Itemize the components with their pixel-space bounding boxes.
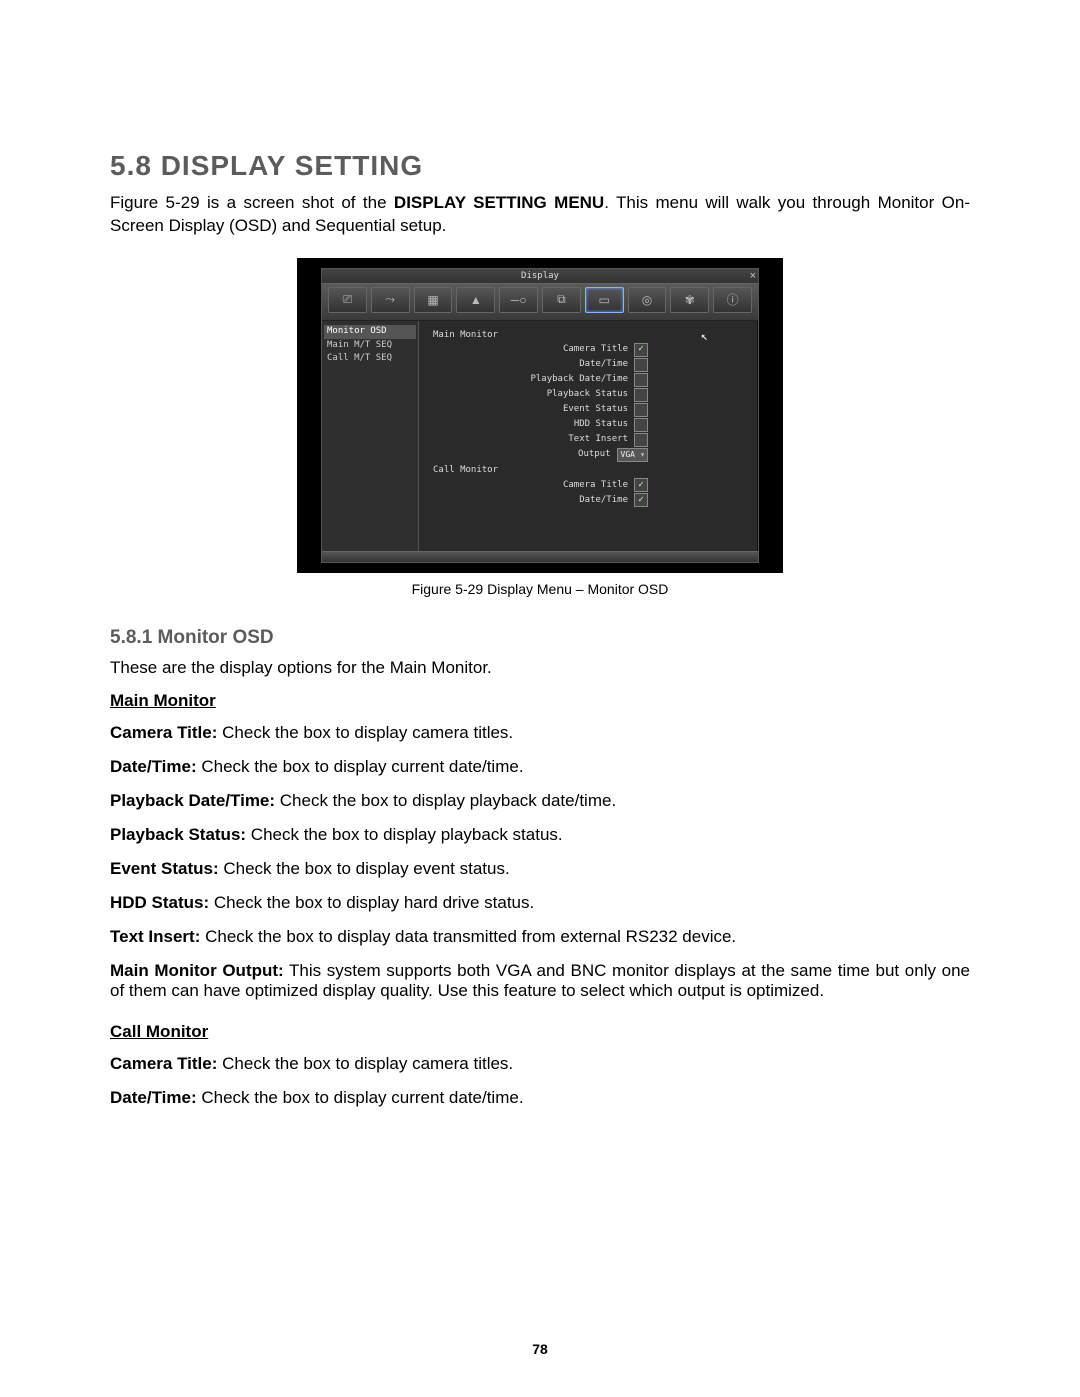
cursor-icon: ↖ bbox=[701, 327, 708, 345]
statusbar bbox=[322, 551, 758, 562]
subsection-heading: 5.8.1 Monitor OSD bbox=[110, 627, 970, 649]
row-call-date-time: Date/Time ✓ bbox=[433, 493, 748, 508]
screenshot-frame: Display × ⎚ ⤳ ▦ ▲ ─○ ⧉ ▭ ◎ ✾ ⓘ bbox=[297, 258, 783, 573]
label: HDD Status bbox=[574, 418, 628, 432]
window-title: Display bbox=[521, 271, 559, 281]
intro-bold: DISPLAY SETTING MENU bbox=[394, 193, 604, 212]
row-playback-date-time: Playback Date/Time bbox=[433, 372, 748, 387]
def-playback-status: Playback Status: Check the box to displa… bbox=[110, 825, 970, 845]
label: Text Insert bbox=[568, 433, 628, 447]
checkbox[interactable]: ✓ bbox=[634, 493, 648, 507]
checkbox[interactable]: ✓ bbox=[634, 478, 648, 492]
sidebar-item-main-seq[interactable]: Main M/T SEQ bbox=[324, 339, 416, 353]
label: Playback Date/Time bbox=[530, 373, 628, 387]
label: Playback Status bbox=[547, 388, 628, 402]
toolbar-button-4[interactable]: ─○ bbox=[499, 287, 538, 313]
row-output: Output VGA bbox=[433, 447, 748, 462]
checkbox[interactable] bbox=[634, 373, 648, 387]
toolbar: ⎚ ⤳ ▦ ▲ ─○ ⧉ ▭ ◎ ✾ ⓘ bbox=[322, 283, 758, 321]
close-icon[interactable]: × bbox=[750, 270, 756, 282]
intro-pre: Figure 5-29 is a screen shot of the bbox=[110, 193, 394, 212]
def-playback-date-time: Playback Date/Time: Check the box to dis… bbox=[110, 791, 970, 811]
toolbar-button-display[interactable]: ▭ bbox=[585, 287, 624, 313]
toolbar-button-9[interactable]: ⓘ bbox=[713, 287, 752, 313]
checkbox[interactable] bbox=[634, 358, 648, 372]
call-monitor-head: Call Monitor bbox=[110, 1022, 208, 1041]
def-camera-title: Camera Title: Check the box to display c… bbox=[110, 723, 970, 743]
checkbox[interactable] bbox=[634, 433, 648, 447]
checkbox[interactable] bbox=[634, 403, 648, 417]
checkbox[interactable]: ✓ bbox=[634, 343, 648, 357]
def-event-status: Event Status: Check the box to display e… bbox=[110, 859, 970, 879]
def-main-monitor-output: Main Monitor Output: This system support… bbox=[110, 961, 970, 1001]
def-date-time: Date/Time: Check the box to display curr… bbox=[110, 757, 970, 777]
toolbar-button-3[interactable]: ▲ bbox=[456, 287, 495, 313]
settings-panel: ↖ Main Monitor Camera Title✓ Date/Time P… bbox=[419, 321, 758, 551]
page-number: 78 bbox=[0, 1341, 1080, 1357]
toolbar-button-8[interactable]: ✾ bbox=[670, 287, 709, 313]
toolbar-button-5[interactable]: ⧉ bbox=[542, 287, 581, 313]
main-monitor-head: Main Monitor bbox=[110, 691, 216, 710]
row-event-status: Event Status bbox=[433, 402, 748, 417]
label: Event Status bbox=[563, 403, 628, 417]
section-intro: Figure 5-29 is a screen shot of the DISP… bbox=[110, 192, 970, 238]
toolbar-button-2[interactable]: ▦ bbox=[414, 287, 453, 313]
row-playback-status: Playback Status bbox=[433, 387, 748, 402]
sidebar-item-monitor-osd[interactable]: Monitor OSD bbox=[324, 325, 416, 339]
label: Camera Title bbox=[563, 479, 628, 493]
section-heading: 5.8 DISPLAY SETTING bbox=[110, 150, 970, 182]
output-select[interactable]: VGA bbox=[617, 448, 648, 462]
checkbox[interactable] bbox=[634, 418, 648, 432]
sidebar: Monitor OSD Main M/T SEQ Call M/T SEQ bbox=[322, 321, 419, 551]
def-text-insert: Text Insert: Check the box to display da… bbox=[110, 927, 970, 947]
label: Date/Time bbox=[579, 358, 628, 372]
row-date-time: Date/Time bbox=[433, 357, 748, 372]
def-call-camera-title: Camera Title: Check the box to display c… bbox=[110, 1054, 970, 1074]
window-titlebar: Display × bbox=[322, 269, 758, 283]
row-hdd-status: HDD Status bbox=[433, 417, 748, 432]
def-call-date-time: Date/Time: Check the box to display curr… bbox=[110, 1088, 970, 1108]
def-hdd-status: HDD Status: Check the box to display har… bbox=[110, 893, 970, 913]
label: Camera Title bbox=[563, 343, 628, 357]
display-window: Display × ⎚ ⤳ ▦ ▲ ─○ ⧉ ▭ ◎ ✾ ⓘ bbox=[321, 268, 759, 563]
sidebar-item-call-seq[interactable]: Call M/T SEQ bbox=[324, 352, 416, 366]
group-call-monitor: Call Monitor bbox=[433, 464, 748, 478]
label: Date/Time bbox=[579, 494, 628, 508]
toolbar-button-0[interactable]: ⎚ bbox=[328, 287, 367, 313]
subsection-intro: These are the display options for the Ma… bbox=[110, 657, 970, 680]
figure-caption: Figure 5-29 Display Menu – Monitor OSD bbox=[412, 581, 669, 597]
row-call-camera-title: Camera Title ✓ bbox=[433, 478, 748, 493]
label: Output bbox=[578, 448, 611, 462]
checkbox[interactable] bbox=[634, 388, 648, 402]
row-text-insert: Text Insert bbox=[433, 432, 748, 447]
toolbar-button-1[interactable]: ⤳ bbox=[371, 287, 410, 313]
toolbar-button-7[interactable]: ◎ bbox=[628, 287, 667, 313]
